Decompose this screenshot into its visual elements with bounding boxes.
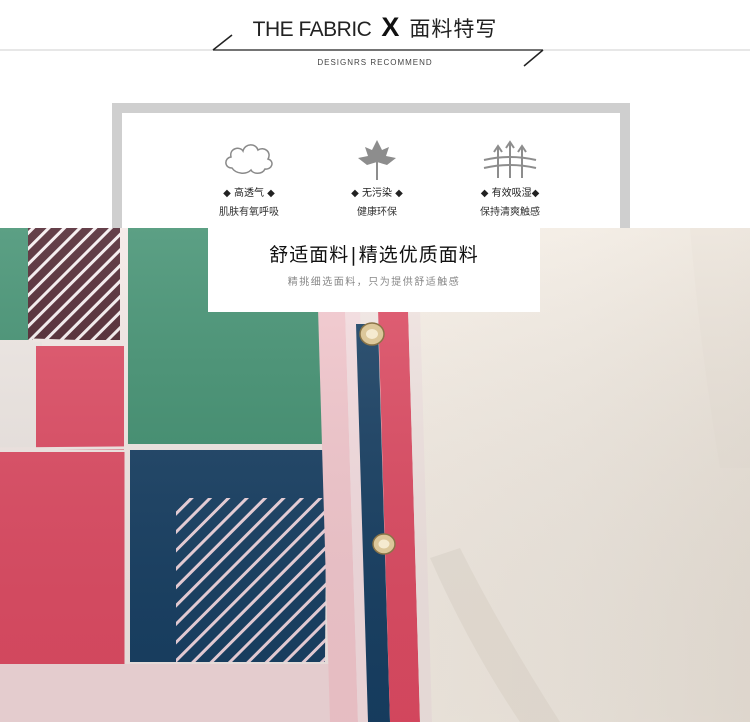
caption-title-left: 舒适面料 — [269, 244, 350, 266]
leaf-icon — [358, 140, 396, 180]
caption-subtitle: 精挑细选面料，只为提供舒适触感 — [287, 277, 461, 288]
caption-title: 舒适面料|精选优质面料 — [208, 240, 540, 267]
feature-breathable: ◆ 高透气 ◆ 肌肤有氧呼吸 — [189, 136, 309, 218]
header-divider — [0, 34, 750, 67]
button-bottom — [372, 533, 396, 555]
caption-box: 舒适面料|精选优质面料 精挑细选面料，只为提供舒适触感 — [208, 228, 540, 312]
feature-desc: 肌肤有氧呼吸 — [219, 207, 279, 218]
caption-separator: | — [350, 244, 358, 266]
feature-desc: 健康环保 — [357, 207, 397, 218]
feature-label: 高透气 — [234, 188, 264, 199]
section-subtitle: DESIGNRS RECOMMEND — [317, 58, 433, 67]
feature-desc: 保持清爽触感 — [480, 207, 540, 218]
feature-eco: ◆ 无污染 ◆ 健康环保 — [317, 136, 437, 218]
button-top — [359, 322, 385, 346]
feature-absorb: ◆ 有效吸湿◆ 保持清爽触感 — [450, 136, 570, 218]
feature-label: 有效吸湿 — [491, 188, 532, 199]
caption-title-right: 精选优质面料 — [358, 244, 479, 266]
cloud-icon — [225, 144, 273, 174]
wheat-icon — [483, 140, 537, 178]
feature-label: 无污染 — [362, 188, 392, 199]
